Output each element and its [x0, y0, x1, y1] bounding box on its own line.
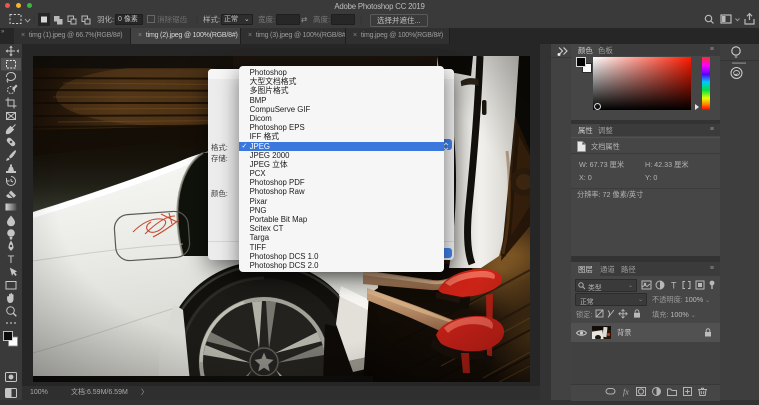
svg-text:fx: fx: [623, 388, 629, 397]
svg-text:T: T: [671, 281, 677, 291]
svg-text:T: T: [8, 254, 15, 266]
